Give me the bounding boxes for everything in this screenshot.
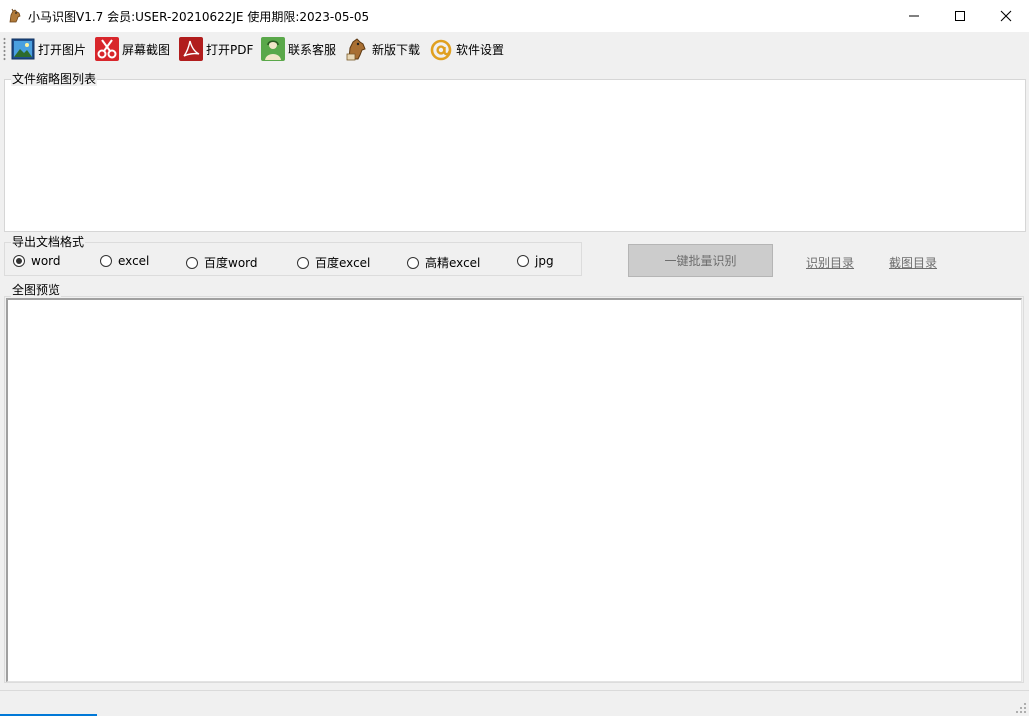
radio-baidu-excel-label: 百度excel bbox=[315, 256, 371, 270]
status-bar bbox=[0, 690, 1029, 716]
title-bar: 小马识图V1.7 会员:USER-20210622JE 使用期限:2023-05… bbox=[0, 0, 1029, 33]
pdf-icon bbox=[179, 37, 203, 61]
preview-label: 全图预览 bbox=[11, 283, 62, 297]
radio-baidu-word-indicator[interactable] bbox=[186, 256, 198, 269]
radio-excel[interactable]: excel bbox=[100, 254, 149, 268]
radio-baidu-word-label: 百度word bbox=[204, 256, 258, 270]
radio-hq-excel-label: 高精excel bbox=[425, 256, 481, 270]
download-new-version-button[interactable]: 新版下载 bbox=[345, 36, 420, 62]
toolbar-grip[interactable] bbox=[3, 37, 6, 61]
radio-excel-label: excel bbox=[118, 254, 150, 268]
software-settings-label: 软件设置 bbox=[456, 42, 505, 57]
recognize-directory-link[interactable]: 识别目录 bbox=[806, 254, 854, 271]
radio-hq-excel[interactable]: 高精excel bbox=[407, 254, 480, 271]
full-image-preview[interactable] bbox=[6, 298, 1022, 682]
radio-jpg[interactable]: jpg bbox=[517, 254, 554, 268]
scissors-icon bbox=[95, 37, 119, 61]
radio-baidu-word[interactable]: 百度word bbox=[186, 254, 258, 271]
download-new-version-label: 新版下载 bbox=[372, 42, 421, 57]
support-person-icon bbox=[261, 37, 285, 61]
screenshot-button[interactable]: 屏幕截图 bbox=[95, 36, 170, 62]
open-image-button[interactable]: 打开图片 bbox=[11, 36, 86, 62]
resize-grip-icon[interactable] bbox=[1015, 702, 1027, 714]
radio-hq-excel-indicator[interactable] bbox=[407, 256, 419, 269]
close-button[interactable] bbox=[983, 0, 1029, 32]
open-pdf-button[interactable]: 打开PDF bbox=[179, 36, 253, 62]
thumbnail-list-label: 文件缩略图列表 bbox=[11, 72, 98, 86]
radio-jpg-indicator[interactable] bbox=[517, 255, 529, 267]
export-format-label: 导出文档格式 bbox=[11, 235, 86, 249]
radio-word[interactable]: word bbox=[13, 254, 61, 268]
contact-support-button[interactable]: 联系客服 bbox=[261, 36, 336, 62]
open-image-label: 打开图片 bbox=[38, 42, 87, 57]
minimize-icon bbox=[909, 15, 919, 17]
screenshot-directory-link[interactable]: 截图目录 bbox=[889, 254, 937, 271]
radio-baidu-excel-indicator[interactable] bbox=[297, 256, 309, 269]
horse-download-icon bbox=[346, 38, 366, 61]
radio-jpg-label: jpg bbox=[535, 254, 554, 268]
radio-word-label: word bbox=[31, 254, 61, 268]
toolbar: 打开图片 屏幕截图 打开PDF 联系客服 新版下载 软件设置 bbox=[0, 32, 1029, 66]
radio-excel-indicator[interactable] bbox=[100, 255, 112, 267]
radio-word-indicator[interactable] bbox=[13, 255, 25, 267]
software-settings-button[interactable]: 软件设置 bbox=[429, 36, 504, 62]
horse-app-icon bbox=[9, 8, 21, 23]
export-format-group bbox=[4, 242, 582, 276]
minimize-button[interactable] bbox=[891, 0, 937, 32]
batch-recognize-button[interactable]: 一键批量识别 bbox=[628, 244, 773, 277]
thumbnail-list[interactable] bbox=[4, 79, 1026, 232]
maximize-icon bbox=[955, 11, 965, 21]
radio-baidu-excel[interactable]: 百度excel bbox=[297, 254, 370, 271]
open-pdf-label: 打开PDF bbox=[206, 42, 254, 57]
screenshot-label: 屏幕截图 bbox=[122, 42, 171, 57]
contact-support-label: 联系客服 bbox=[288, 42, 337, 57]
at-sign-icon bbox=[430, 39, 452, 61]
close-icon bbox=[1000, 10, 1012, 22]
maximize-button[interactable] bbox=[937, 0, 983, 32]
window-title: 小马识图V1.7 会员:USER-20210622JE 使用期限:2023-05… bbox=[28, 10, 370, 24]
picture-icon bbox=[11, 38, 35, 60]
